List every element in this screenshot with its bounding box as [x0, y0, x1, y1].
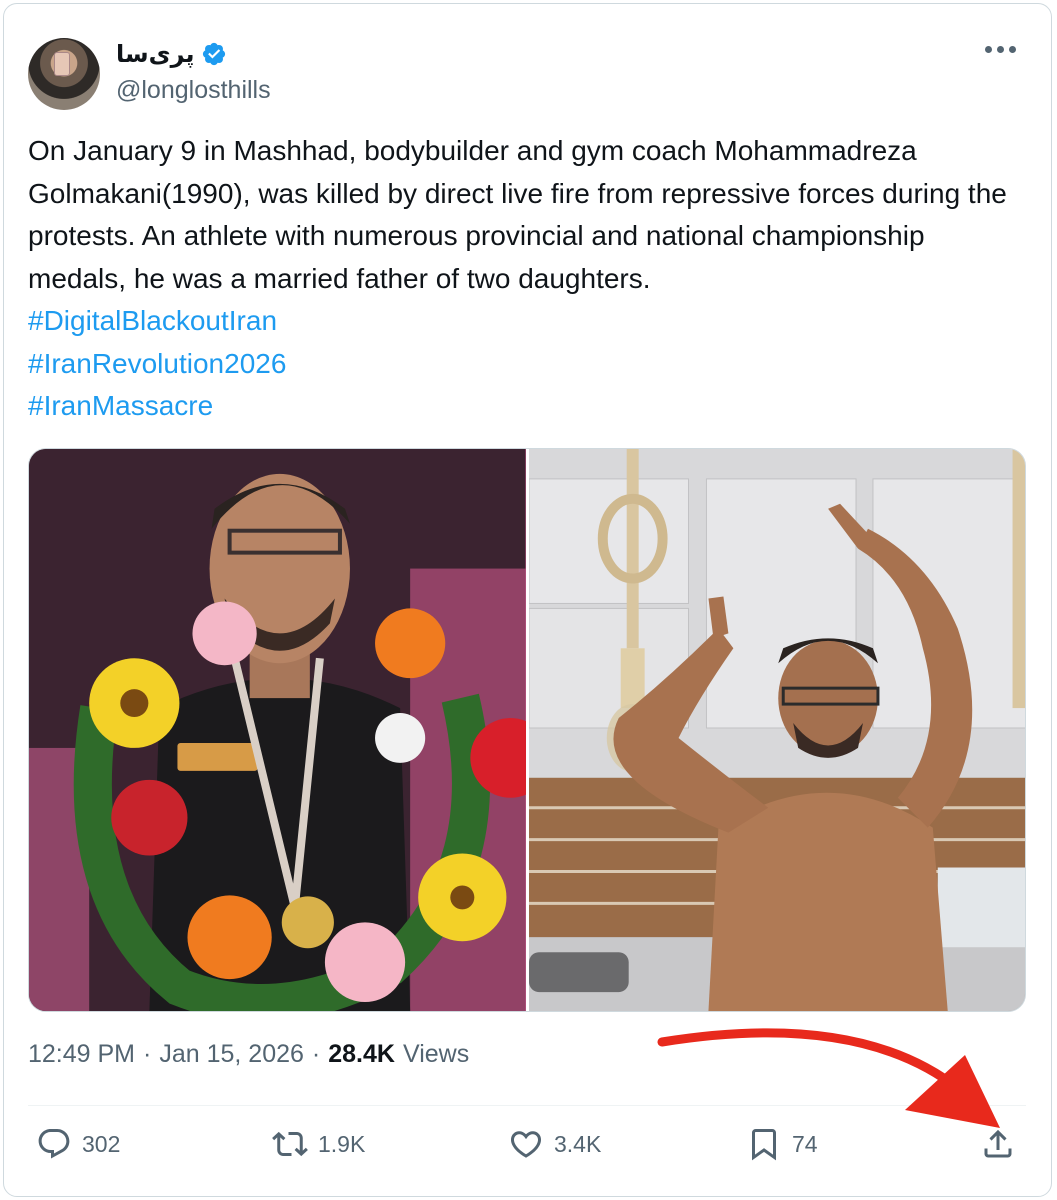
tweet-text: On January 9 in Mashhad, bodybuilder and… [28, 130, 1028, 428]
tweet-body: On January 9 in Mashhad, bodybuilder and… [28, 135, 1007, 294]
photo-left-illustration [29, 449, 526, 1011]
tweet-time[interactable]: 12:49 PM [28, 1040, 135, 1069]
bookmark-count: 74 [792, 1130, 818, 1157]
verified-badge-icon [202, 42, 225, 66]
hashtag-link[interactable]: #IranMassacre [28, 385, 1028, 428]
more-horizontal-icon[interactable] [985, 46, 1016, 53]
photo-right-illustration [528, 449, 1025, 1011]
author-display-name[interactable]: پری‌سا [116, 40, 195, 68]
tweet-header: پری‌سا @longlosthills [28, 32, 1028, 112]
tweet-date[interactable]: Jan 15, 2026 [159, 1040, 304, 1069]
media-photo-right[interactable] [528, 449, 1025, 1011]
reply-button[interactable]: 302 [36, 1126, 120, 1162]
share-button[interactable] [980, 1126, 1016, 1162]
meta-separator: · [143, 1040, 152, 1068]
author-name-row: پری‌سا [116, 40, 227, 68]
repost-count: 1.9K [318, 1130, 366, 1157]
bookmark-icon [752, 1129, 776, 1161]
views-count[interactable]: 28.4K [328, 1040, 395, 1069]
repost-icon [272, 1131, 308, 1157]
like-count: 3.4K [554, 1130, 602, 1157]
hashtag-link[interactable]: #IranRevolution2026 [28, 343, 1028, 386]
views-label: Views [402, 1040, 470, 1068]
meta-separator: · [311, 1040, 321, 1068]
media-photo-left[interactable] [29, 449, 526, 1011]
reply-icon [38, 1129, 70, 1159]
avatar[interactable] [28, 38, 100, 110]
reply-count: 302 [82, 1130, 121, 1157]
bookmark-button[interactable]: 74 [746, 1126, 818, 1162]
heart-icon [510, 1131, 542, 1158]
author-handle[interactable]: @longlosthills [116, 76, 271, 105]
divider [28, 1105, 1026, 1106]
share-icon [984, 1129, 1012, 1158]
like-button[interactable]: 3.4K [508, 1126, 601, 1162]
hashtag-link[interactable]: #DigitalBlackoutIran [28, 300, 1028, 343]
media-gallery [28, 448, 1026, 1012]
tweet-meta: 12:49 PM · Jan 15, 2026 · 28.4K Views [28, 1040, 469, 1069]
repost-button[interactable]: 1.9K [272, 1126, 365, 1162]
action-bar: 302 1.9K 3.4K 74 [28, 1120, 1026, 1176]
